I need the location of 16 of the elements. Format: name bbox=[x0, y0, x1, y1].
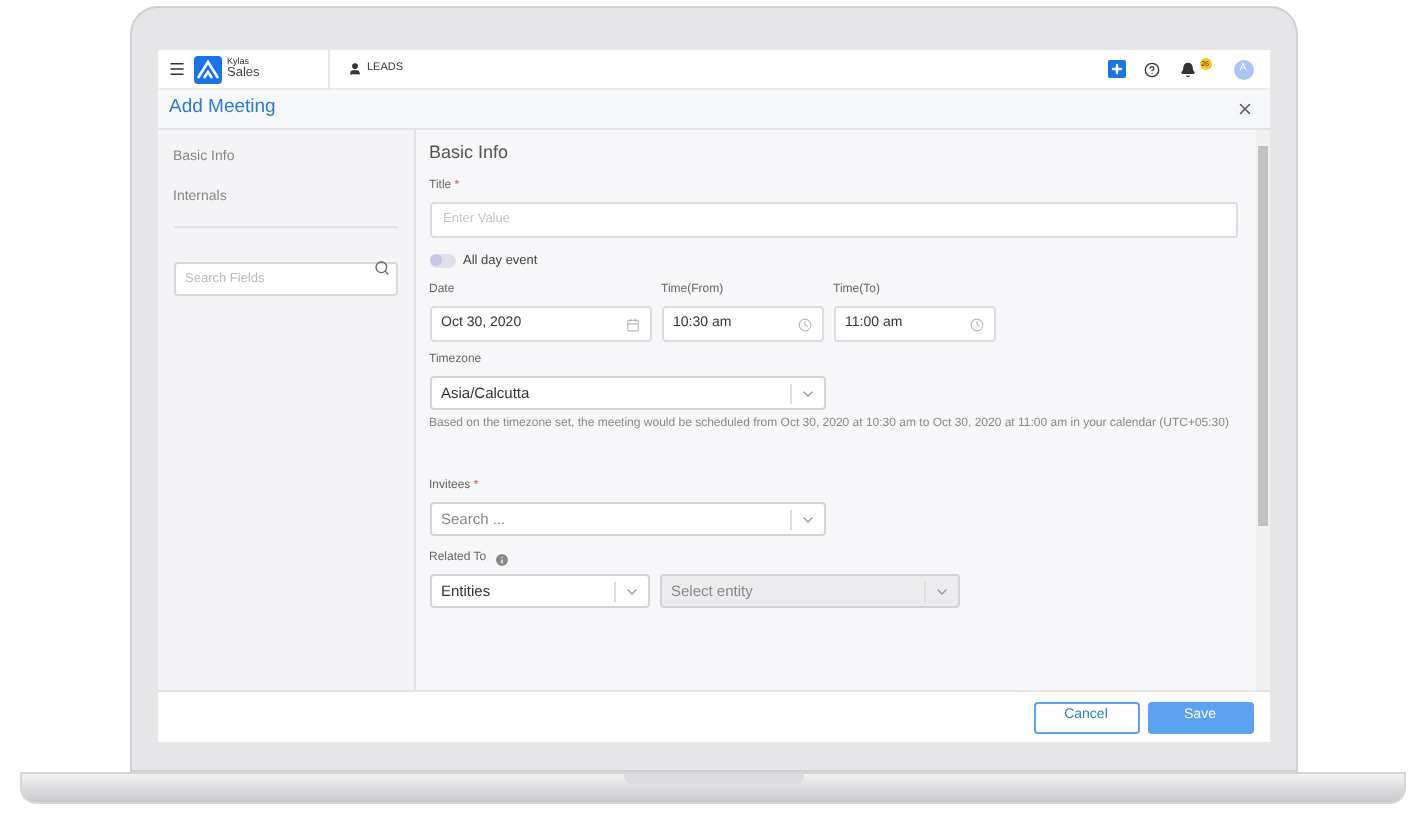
bell-icon[interactable] bbox=[1179, 61, 1195, 77]
close-icon[interactable] bbox=[1235, 100, 1253, 118]
calendar-icon bbox=[625, 317, 639, 332]
add-button[interactable] bbox=[1107, 60, 1125, 78]
help-icon[interactable] bbox=[1143, 61, 1159, 77]
clock-icon bbox=[969, 317, 983, 332]
dialog-title: Add Meeting bbox=[169, 94, 278, 123]
all-day-toggle[interactable] bbox=[429, 253, 455, 268]
menu-icon[interactable] bbox=[167, 60, 185, 78]
info-icon bbox=[494, 551, 511, 568]
clock-icon bbox=[797, 317, 811, 332]
search-icon bbox=[373, 259, 389, 275]
person-icon bbox=[347, 62, 361, 76]
logo-icon bbox=[193, 55, 221, 83]
plus-icon bbox=[1109, 62, 1123, 76]
section-title: Basic Info bbox=[429, 140, 511, 166]
